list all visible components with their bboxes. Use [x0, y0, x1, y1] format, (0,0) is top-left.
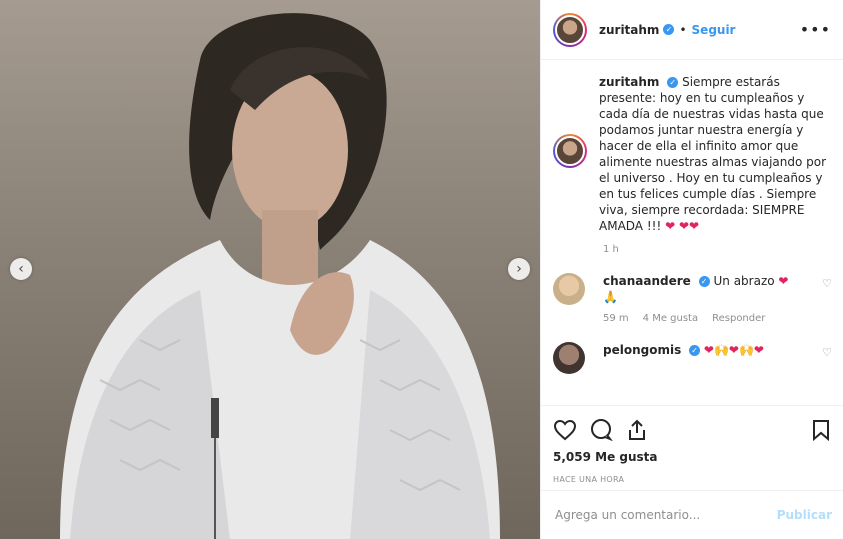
- verified-badge-icon: ✓: [689, 345, 701, 356]
- comments-list[interactable]: zuritahm ✓ Siempre estarás presente: hoy…: [541, 60, 843, 405]
- follow-button[interactable]: Seguir: [692, 23, 736, 37]
- comment-input[interactable]: [553, 507, 777, 523]
- like-comment-icon[interactable]: ♡: [822, 277, 832, 290]
- publish-button[interactable]: Publicar: [777, 508, 832, 522]
- comment-avatar[interactable]: [553, 342, 585, 374]
- comment-item: chanaandere ✓ Un abrazo ❤ 🙏 ♡: [553, 273, 832, 305]
- caption-username[interactable]: zuritahm: [599, 75, 659, 89]
- caption-avatar[interactable]: [553, 134, 587, 168]
- like-heart-icon[interactable]: [553, 418, 577, 442]
- comment-time: 59 m: [603, 313, 629, 324]
- previous-image-button[interactable]: ‹: [10, 258, 32, 280]
- bookmark-icon[interactable]: [810, 418, 832, 442]
- comment-item: pelongomis ✓ ❤🙌❤🙌❤ ♡: [553, 342, 832, 374]
- next-image-button[interactable]: ›: [508, 258, 530, 280]
- post-image[interactable]: ‹ ›: [0, 0, 540, 539]
- portrait-illustration: [60, 13, 500, 539]
- verified-badge-icon: ✓: [698, 276, 710, 287]
- post-side-panel: zuritahm ✓ • Seguir ••• zuritahm ✓ Siemp…: [540, 0, 843, 539]
- post-header: zuritahm ✓ • Seguir •••: [541, 0, 843, 60]
- separator-dot: •: [679, 22, 687, 37]
- caption-text: zuritahm ✓ Siempre estarás presente: hoy…: [599, 74, 832, 234]
- verified-badge-icon: ✓: [667, 77, 679, 88]
- like-comment-icon[interactable]: ♡: [822, 346, 832, 359]
- comment-bubble-icon[interactable]: [589, 418, 613, 442]
- heart-emoji: ❤ ❤❤: [665, 219, 700, 233]
- share-icon[interactable]: [625, 418, 649, 442]
- reply-button[interactable]: Responder: [712, 313, 765, 324]
- comment-body: Un abrazo: [713, 274, 775, 288]
- comment-emoji: ❤🙌❤🙌❤: [703, 343, 764, 357]
- caption-row: zuritahm ✓ Siempre estarás presente: hoy…: [553, 74, 832, 234]
- comment-text: pelongomis ✓ ❤🙌❤🙌❤: [603, 342, 793, 358]
- caption-body: Siempre estarás presente: hoy en tu cump…: [599, 75, 827, 233]
- comment-username[interactable]: pelongomis: [603, 343, 681, 357]
- chevron-right-icon: ›: [516, 261, 522, 277]
- post-timestamp[interactable]: HACE UNA HORA: [553, 475, 832, 484]
- comment-meta: 59 m 4 Me gusta Responder: [603, 313, 832, 324]
- verified-badge-icon: ✓: [663, 24, 675, 35]
- post-actions: 5,059 Me gusta HACE UNA HORA: [541, 405, 843, 484]
- more-options-icon[interactable]: •••: [800, 20, 831, 39]
- chevron-left-icon: ‹: [18, 261, 24, 277]
- comment-likes[interactable]: 4 Me gusta: [643, 313, 698, 324]
- caption-time: 1 h: [603, 244, 619, 255]
- add-comment-bar: Publicar: [541, 490, 843, 539]
- comment-username[interactable]: chanaandere: [603, 274, 691, 288]
- likes-count[interactable]: 5,059 Me gusta: [553, 450, 832, 464]
- header-username[interactable]: zuritahm: [599, 23, 659, 37]
- comment-text: chanaandere ✓ Un abrazo ❤ 🙏: [603, 273, 793, 305]
- comment-avatar[interactable]: [553, 273, 585, 305]
- action-icons: [553, 412, 832, 448]
- profile-avatar[interactable]: [553, 12, 587, 47]
